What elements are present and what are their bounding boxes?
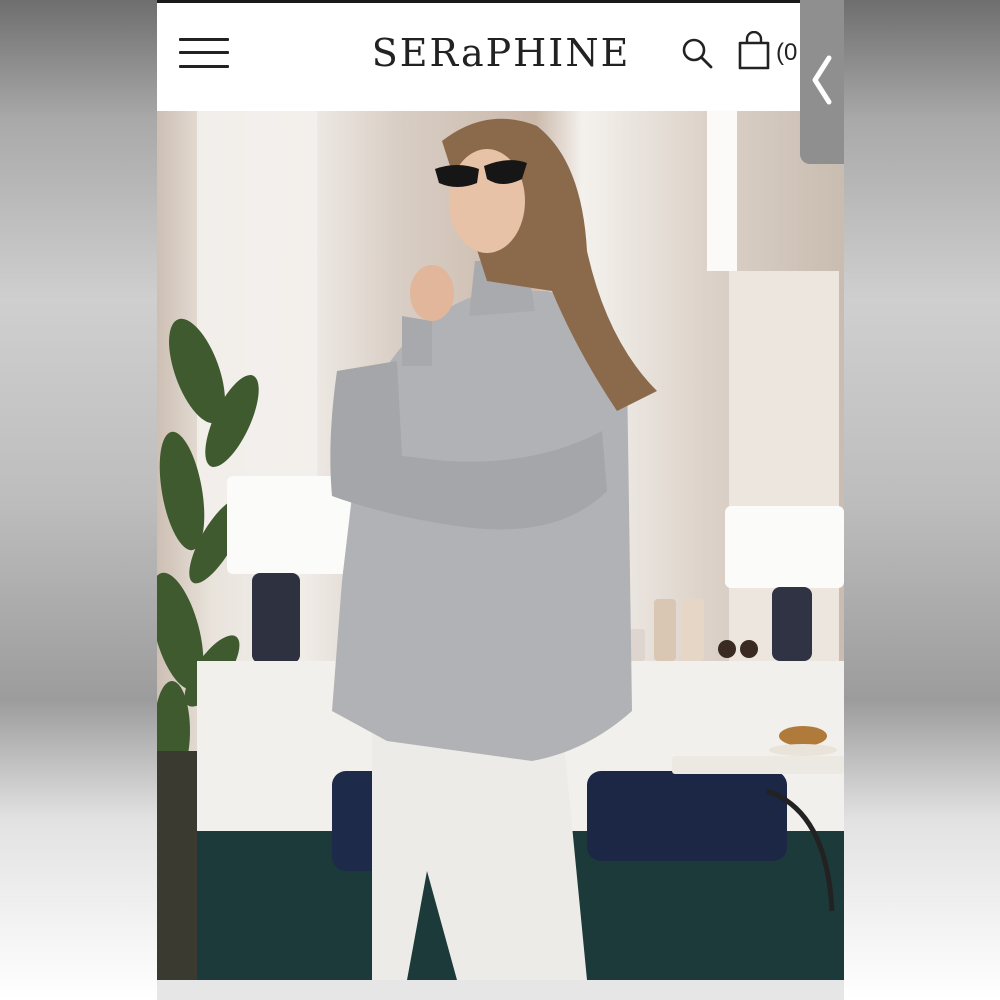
blurred-background-right — [844, 0, 1000, 1000]
mobile-page: SERaPHINE (0 — [157, 0, 844, 980]
search-icon[interactable] — [679, 35, 715, 71]
cart-count: (0 — [776, 39, 798, 66]
blurred-background-left — [0, 0, 157, 1000]
hamburger-menu-icon[interactable] — [179, 33, 231, 73]
product-photo-illustration — [157, 111, 844, 980]
product-image — [157, 111, 844, 980]
shopping-bag-icon[interactable] — [737, 31, 771, 71]
chevron-left-icon — [812, 55, 832, 105]
collapse-panel-tab[interactable] — [800, 0, 844, 164]
site-header: SERaPHINE (0 — [157, 3, 844, 111]
brand-logo[interactable]: SERaPHINE — [371, 31, 631, 75]
